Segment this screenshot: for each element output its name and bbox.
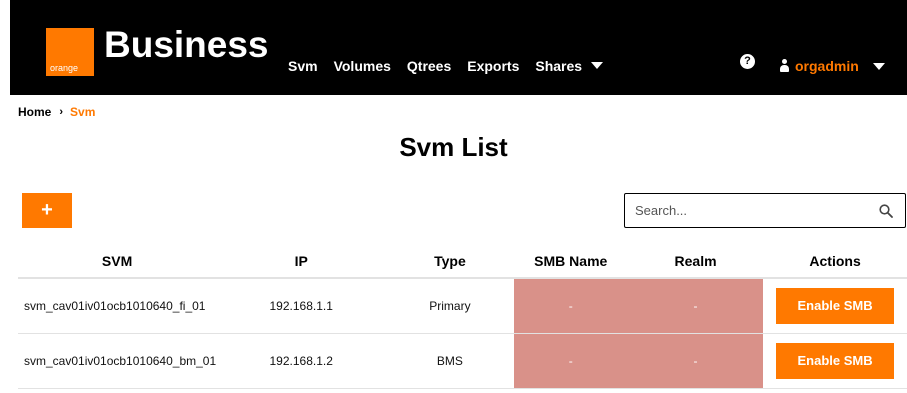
ip-cell: 192.168.1.2 [216,333,387,389]
nav-item-shares-label: Shares [535,58,583,74]
search-input[interactable] [625,194,865,227]
realm-cell: - [627,278,764,334]
add-svm-button[interactable]: + [22,193,72,228]
chevron-down-icon [591,62,604,69]
svm-name-cell: svm_cav01iv01ocb1010640_fi_01 [18,278,217,334]
svm-name-cell: svm_cav01iv01ocb1010640_bm_01 [18,333,217,389]
nav-item-shares-dropdown[interactable]: Shares [535,58,604,74]
breadcrumb: Home › Svm [18,105,95,119]
chevron-down-icon [872,62,885,70]
smb-name-cell: - [513,333,628,389]
page-title: Svm List [399,132,508,162]
table-header-row: SVM IP Type SMB Name Realm Actions [18,244,907,279]
help-icon[interactable]: ? [740,54,755,69]
column-header-type: Type [386,244,514,279]
realm-cell: - [627,333,764,389]
table-row: svm_cav01iv01ocb1010640_bm_01 192.168.1.… [18,333,907,389]
table-row: svm_cav01iv01ocb1010640_fi_01 192.168.1.… [18,278,907,334]
enable-smb-button[interactable]: Enable SMB [776,287,895,324]
ip-cell: 192.168.1.1 [216,278,387,334]
column-header-ip: IP [216,244,387,279]
enable-smb-button[interactable]: Enable SMB [776,342,895,379]
column-header-smb-name: SMB Name [513,244,628,279]
breadcrumb-current[interactable]: Svm [70,105,95,119]
actions-cell: Enable SMB [763,333,907,389]
smb-name-cell: - [513,278,628,334]
logo-text: orange [50,63,79,73]
nav-item-svm[interactable]: Svm [288,58,318,74]
actions-cell: Enable SMB [763,278,907,334]
nav-item-volumes[interactable]: Volumes [334,58,391,74]
breadcrumb-home[interactable]: Home [18,105,51,119]
top-navbar: orange Business Svm Volumes Qtrees Expor… [10,0,907,95]
user-menu[interactable]: orgadmin [780,58,885,74]
column-header-realm: Realm [627,244,764,279]
column-header-actions: Actions [763,244,907,279]
type-cell: BMS [386,333,514,389]
column-header-svm: SVM [18,244,217,279]
search-box [624,193,906,228]
orange-logo[interactable]: orange [46,28,94,76]
chevron-right-icon: › [59,106,64,118]
nav-item-qtrees[interactable]: Qtrees [407,58,451,74]
user-icon [780,59,789,73]
type-cell: Primary [386,278,514,334]
svm-table: SVM IP Type SMB Name Realm Actions svm_c… [18,244,907,389]
search-icon[interactable] [879,204,893,218]
main-nav: Svm Volumes Qtrees Exports Shares [288,58,604,74]
brand-title: Business [104,24,269,65]
nav-item-exports[interactable]: Exports [467,58,519,74]
user-name: orgadmin [795,58,859,74]
